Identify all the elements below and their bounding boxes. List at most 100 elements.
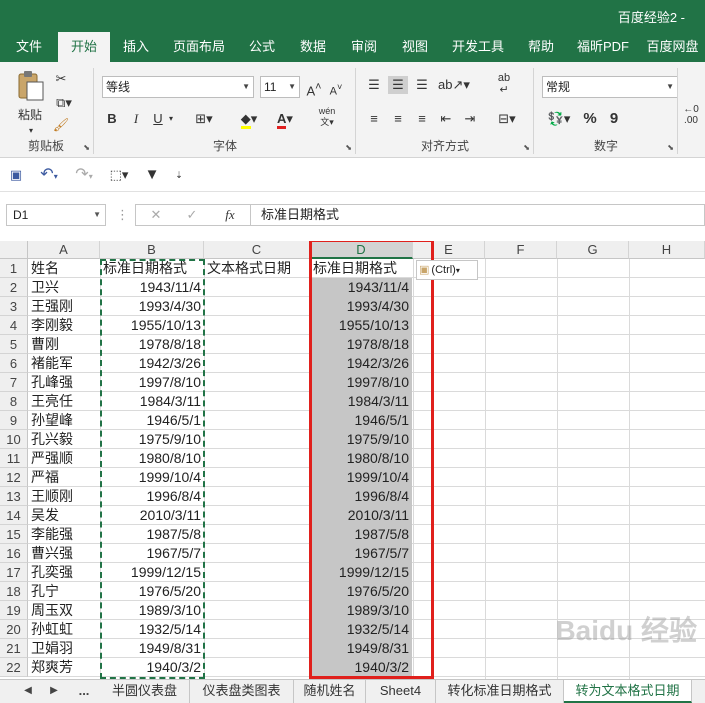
format-painter-icon[interactable]: 🖌 [52, 116, 70, 134]
tab-foxit-pdf[interactable]: 福昕PDF [566, 32, 640, 62]
align-right-icon[interactable]: ≡ [412, 110, 432, 128]
row-header[interactable]: 19 [0, 601, 28, 620]
select-objects-icon[interactable]: ⬚▾ [104, 166, 134, 184]
row-header[interactable]: 4 [0, 316, 28, 335]
formula-input[interactable]: 标准日期格式 [250, 204, 705, 226]
column-header-g[interactable]: G [557, 241, 629, 259]
sheet-tab[interactable]: 半圆仪表盘 [100, 680, 190, 703]
tab-review[interactable]: 审阅 [338, 32, 390, 62]
tab-help[interactable]: 帮助 [516, 32, 566, 62]
tab-insert[interactable]: 插入 [110, 32, 162, 62]
scroll-right-icon[interactable]: ▶ [46, 680, 62, 703]
name-box[interactable]: D1 ▼ [6, 204, 106, 226]
orientation-icon[interactable]: ab↗▾ [438, 76, 470, 94]
cell-name[interactable]: 李能强 [29, 525, 99, 544]
tab-baidu-netdisk[interactable]: 百度网盘 [640, 32, 705, 62]
row-header[interactable]: 7 [0, 373, 28, 392]
column-header-a[interactable]: A [28, 241, 100, 259]
font-size-select[interactable]: 11 ▼ [260, 76, 300, 98]
underline-button[interactable]: U [150, 110, 166, 128]
cell-name[interactable]: 卫兴 [29, 278, 99, 297]
cell-name[interactable]: 郑爽芳 [29, 658, 99, 677]
cell-name[interactable]: 孙虹虹 [29, 620, 99, 639]
align-left-icon[interactable]: ≡ [364, 110, 384, 128]
column-header-h[interactable]: H [629, 241, 705, 259]
paste-icon[interactable] [14, 70, 46, 102]
dialog-launcher-icon[interactable]: ⬊ [345, 143, 352, 152]
cell-name[interactable]: 严福 [29, 468, 99, 487]
row-header[interactable]: 13 [0, 487, 28, 506]
cell-name[interactable]: 孔宁 [29, 582, 99, 601]
phonetic-guide-icon[interactable]: wén 文▾ [314, 106, 340, 128]
redo-icon[interactable]: ↷▾ [70, 166, 98, 186]
cell-name[interactable]: 周玉双 [29, 601, 99, 620]
cut-icon[interactable]: ✂ [52, 70, 70, 88]
cell-name[interactable]: 曹刚 [29, 335, 99, 354]
cell-name[interactable]: 王亮任 [29, 392, 99, 411]
enter-icon[interactable]: ✓ [184, 206, 200, 224]
cell-name[interactable]: 吴发 [29, 506, 99, 525]
decrease-indent-icon[interactable]: ⇤ [436, 110, 456, 128]
sheet-tab-active[interactable]: 转为文本格式日期 [564, 680, 692, 703]
row-header[interactable]: 18 [0, 582, 28, 601]
sheet-tab[interactable]: 随机姓名 [294, 680, 366, 703]
wrap-text-icon[interactable]: ab ↵ [494, 72, 514, 96]
row-header[interactable]: 21 [0, 639, 28, 658]
paste-options-button[interactable]: ▣ (Ctrl)▾ [416, 260, 478, 280]
insert-function-button[interactable]: fx [220, 206, 240, 224]
align-top-icon[interactable]: ☰ [364, 76, 384, 94]
column-header-c[interactable]: C [204, 241, 310, 259]
increase-decimal-icon[interactable]: ←0.00 [682, 104, 700, 126]
sheet-tab[interactable]: 仪表盘类图表 [190, 680, 294, 703]
cell-name[interactable]: 王强刚 [29, 297, 99, 316]
increase-indent-icon[interactable]: ⇥ [460, 110, 480, 128]
row-header[interactable]: 20 [0, 620, 28, 639]
scroll-left-icon[interactable]: ◀ [20, 680, 36, 703]
italic-button[interactable]: I [128, 110, 144, 128]
row-header[interactable]: 15 [0, 525, 28, 544]
cell-a1[interactable]: 姓名 [29, 259, 99, 278]
currency-icon[interactable]: 💱▾ [542, 110, 576, 128]
merge-center-icon[interactable]: ⊟▾ [492, 110, 522, 128]
chevron-down-icon[interactable]: ▾ [166, 110, 176, 128]
undo-icon[interactable]: ↶▾ [34, 166, 64, 186]
row-header[interactable]: 22 [0, 658, 28, 677]
row-header[interactable]: 2 [0, 278, 28, 297]
row-header[interactable]: 1 [0, 259, 28, 278]
row-header[interactable]: 14 [0, 506, 28, 525]
shrink-font-icon[interactable]: A˅ [328, 78, 344, 101]
tab-home[interactable]: 开始 [58, 32, 110, 62]
row-header[interactable]: 5 [0, 335, 28, 354]
row-header[interactable]: 3 [0, 297, 28, 316]
cell-name[interactable]: 孙望峰 [29, 411, 99, 430]
row-header[interactable]: 17 [0, 563, 28, 582]
cell-name[interactable]: 孔峰强 [29, 373, 99, 392]
cell-name[interactable]: 孔奕强 [29, 563, 99, 582]
tab-data[interactable]: 数据 [288, 32, 338, 62]
filter-icon[interactable]: ▼ [142, 166, 162, 184]
tab-file[interactable]: 文件 [0, 32, 58, 62]
cell-name[interactable]: 曹兴强 [29, 544, 99, 563]
tab-formulas[interactable]: 公式 [236, 32, 288, 62]
row-header[interactable]: 9 [0, 411, 28, 430]
cancel-icon[interactable]: ✕ [148, 206, 164, 224]
font-name-select[interactable]: 等线 ▼ [102, 76, 254, 98]
cell-name[interactable]: 李刚毅 [29, 316, 99, 335]
cell-name[interactable]: 褚能军 [29, 354, 99, 373]
column-header-f[interactable]: F [485, 241, 557, 259]
percent-button[interactable]: % [582, 110, 598, 128]
copy-icon[interactable]: ⧉▾ [52, 94, 76, 112]
column-header-b[interactable]: B [100, 241, 204, 259]
customize-toolbar-icon[interactable]: ⇣ [172, 166, 186, 184]
dialog-launcher-icon[interactable]: ⬊ [83, 143, 90, 152]
row-header[interactable]: 12 [0, 468, 28, 487]
number-format-select[interactable]: 常规 ▼ [542, 76, 678, 98]
sheet-tab[interactable]: 转化标准日期格式 [436, 680, 564, 703]
grow-font-icon[interactable]: A˄ [306, 78, 322, 100]
cell-name[interactable]: 孔兴毅 [29, 430, 99, 449]
bold-button[interactable]: B [104, 110, 120, 128]
row-header[interactable]: 11 [0, 449, 28, 468]
fill-color-icon[interactable]: ◆▾ [234, 110, 264, 129]
dialog-launcher-icon[interactable]: ⬊ [523, 143, 530, 152]
border-icon[interactable]: ⊞▾ [192, 110, 216, 128]
